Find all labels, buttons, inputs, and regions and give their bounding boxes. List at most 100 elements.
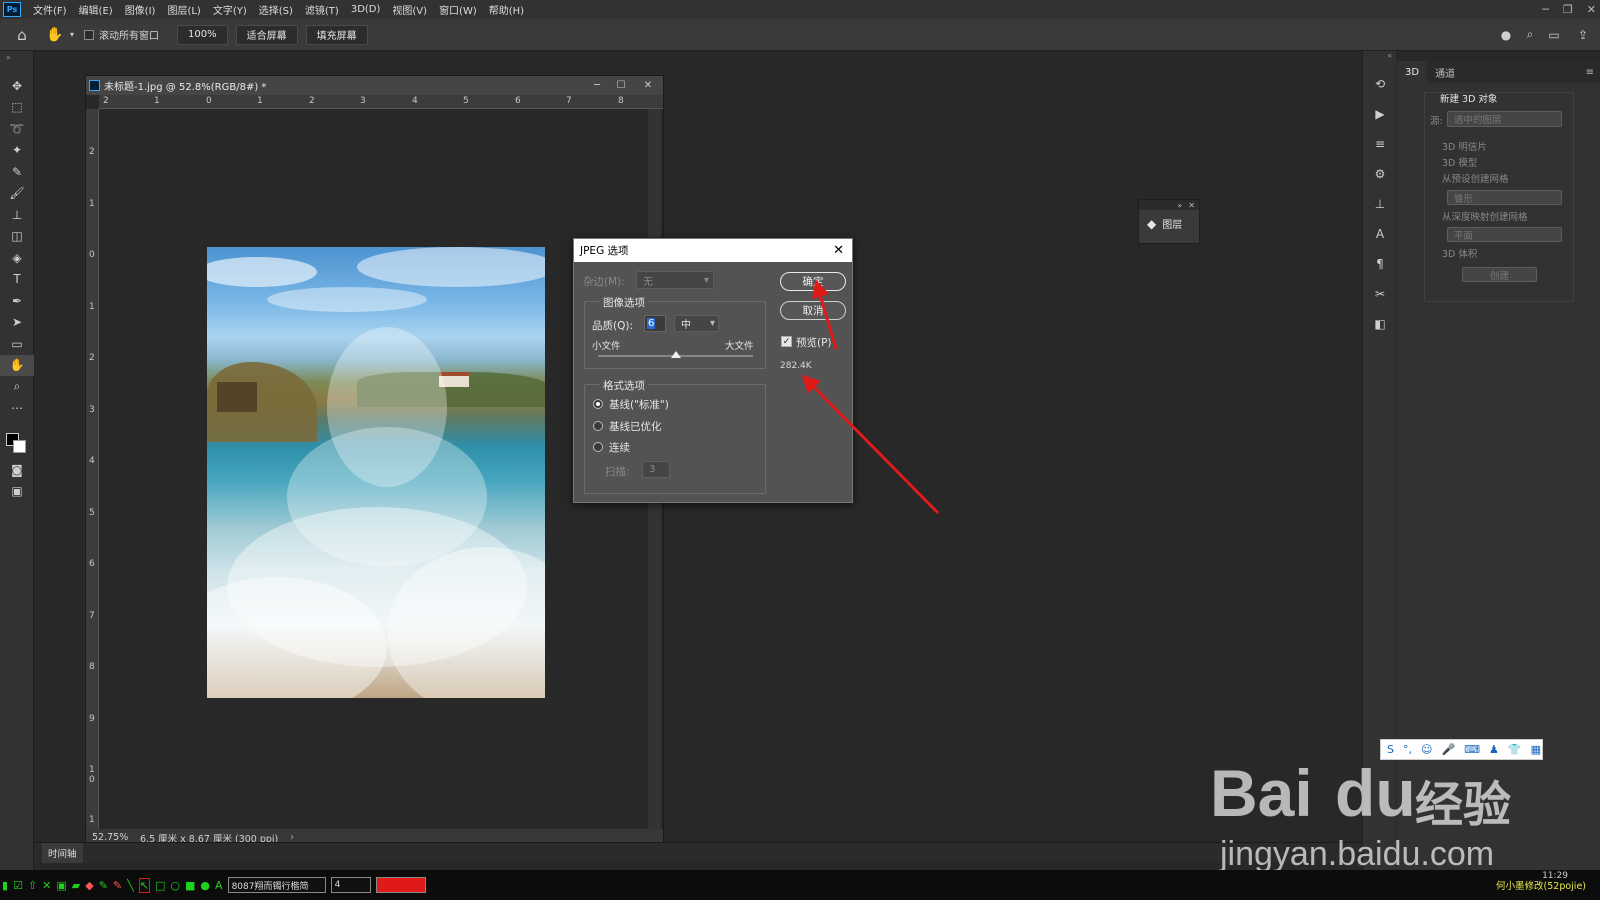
layers-button[interactable]: ◆ 图层 <box>1139 210 1199 237</box>
background-color[interactable] <box>13 440 26 453</box>
menu-filter[interactable]: 滤镜(T) <box>299 2 345 17</box>
actions-play-icon[interactable]: ▶ <box>1363 99 1397 129</box>
document-titlebar[interactable]: 未标题-1.jpg @ 52.8%(RGB/8#) * ─ ☐ ✕ <box>86 76 663 95</box>
tb-eraser-icon[interactable]: ◆ <box>85 879 93 892</box>
magic-wand-tool-icon[interactable]: ✦ <box>0 140 34 162</box>
matte-select[interactable]: 无 ▾ <box>636 271 714 289</box>
ok-button[interactable]: 确定 <box>780 272 846 291</box>
close-icon[interactable]: ✕ <box>1587 3 1596 16</box>
quality-slider-thumb[interactable] <box>670 351 681 358</box>
color-swatches[interactable] <box>0 419 33 459</box>
menu-file[interactable]: 文件(F) <box>27 2 73 17</box>
tb-check-icon[interactable]: ☑ <box>13 879 23 892</box>
restore-icon[interactable]: ❐ <box>1563 3 1573 16</box>
fill-tool-icon[interactable]: ◈ <box>0 247 34 269</box>
quality-input[interactable]: 6 <box>644 315 666 332</box>
move-tool-icon[interactable]: ✥ <box>0 75 34 97</box>
tb-circle-icon[interactable]: ○ <box>170 879 180 892</box>
menu-3d[interactable]: 3D(D) <box>345 4 387 15</box>
workspace-icon[interactable]: ▭ <box>1542 28 1566 42</box>
home-icon[interactable]: ⌂ <box>0 26 44 44</box>
tb-rect-icon[interactable]: □ <box>155 879 165 892</box>
character-icon[interactable]: A <box>1363 219 1397 249</box>
doc-maximize-icon[interactable]: ☐ <box>609 80 633 91</box>
search-icon[interactable]: ⌕ <box>1518 27 1542 42</box>
path-select-tool-icon[interactable]: ➤ <box>0 312 34 334</box>
hand-tool-icon[interactable]: ✋ <box>44 27 66 43</box>
dialog-close-icon[interactable]: ✕ <box>833 243 844 258</box>
menu-help[interactable]: 帮助(H) <box>483 2 530 17</box>
chevron-down-icon[interactable]: ▾ <box>66 30 78 39</box>
tb-pen-icon[interactable]: ✎ <box>99 879 108 892</box>
more-tools-icon[interactable]: ⋯ <box>0 398 34 420</box>
clone-source-icon[interactable]: ⊥ <box>1363 189 1397 219</box>
quick-mask-icon[interactable]: ◙ <box>0 459 34 481</box>
tb-color-swatch[interactable] <box>375 877 426 893</box>
format-baseline-radio[interactable] <box>593 399 603 409</box>
paragraph-icon[interactable]: ¶ <box>1363 249 1397 279</box>
menu-type[interactable]: 文字(Y) <box>207 2 253 17</box>
preset-select[interactable]: 锥形 <box>1447 190 1562 205</box>
rectangle-tool-icon[interactable]: ▭ <box>0 333 34 355</box>
menu-layer[interactable]: 图层(L) <box>161 2 206 17</box>
lasso-tool-icon[interactable]: ➰ <box>0 118 34 140</box>
panel-menu-icon[interactable]: ≡ <box>1586 67 1594 78</box>
menu-select[interactable]: 选择(S) <box>253 2 299 17</box>
tb-marker-icon[interactable]: ✎ <box>113 879 122 892</box>
collapse-icon[interactable]: « <box>1363 51 1396 69</box>
fill-screen-button[interactable]: 填充屏幕 <box>305 24 368 45</box>
history-icon[interactable]: ⟲ <box>1363 69 1397 99</box>
option-preset-mesh[interactable]: 从预设创建网格 <box>1442 171 1509 185</box>
scans-select[interactable]: 3 <box>642 461 670 478</box>
cancel-button[interactable]: 取消 <box>780 301 846 320</box>
option-depth-map[interactable]: 从深度映射创建网格 <box>1442 209 1528 223</box>
tab-channels[interactable]: 通道 <box>1427 61 1463 83</box>
tb-line-icon[interactable]: ╲ <box>127 879 134 892</box>
tb-font-select[interactable]: 8087翔而镯行楷简 <box>227 877 326 893</box>
option-3d-postcard[interactable]: 3D 明信片 <box>1442 139 1487 153</box>
menu-window[interactable]: 窗口(W) <box>433 2 483 17</box>
fit-screen-button[interactable]: 适合屏幕 <box>235 24 298 45</box>
marquee-tool-icon[interactable]: ⬚ <box>0 97 34 119</box>
tb-size-select[interactable]: 4 <box>330 877 371 893</box>
doc-close-icon[interactable]: ✕ <box>633 80 663 91</box>
menu-view[interactable]: 视图(V) <box>386 2 433 17</box>
scroll-all-checkbox[interactable] <box>84 29 94 40</box>
tb-text-icon[interactable]: A <box>215 879 223 892</box>
depth-select[interactable]: 平面 <box>1447 227 1562 242</box>
minimize-icon[interactable]: ─ <box>1542 3 1549 16</box>
source-select[interactable]: 选中的图层 <box>1447 111 1562 127</box>
hand-tool-icon[interactable]: ✋ <box>0 354 34 376</box>
type-tool-icon[interactable]: T <box>0 269 34 291</box>
tab-3d[interactable]: 3D <box>1397 61 1428 83</box>
adjustments-icon[interactable]: ⚙ <box>1363 159 1397 189</box>
photoshop-logo-icon[interactable]: Ps <box>3 2 21 17</box>
zoom-100-button[interactable]: 100% <box>177 24 228 45</box>
timeline-tab[interactable]: 时间轴 <box>42 842 83 863</box>
option-3d-volume[interactable]: 3D 体积 <box>1442 246 1477 260</box>
brush-tool-icon[interactable]: 🖌 <box>0 183 34 205</box>
collapse-icon[interactable]: » <box>0 51 33 75</box>
brush-settings-icon[interactable]: ≡ <box>1363 129 1397 159</box>
eraser-tool-icon[interactable]: ◫ <box>0 226 34 248</box>
doc-minimize-icon[interactable]: ─ <box>585 80 609 91</box>
tb-save-icon[interactable]: ▣ <box>56 879 66 892</box>
preview-checkbox[interactable]: ✓ <box>781 336 792 347</box>
format-progressive-radio[interactable] <box>593 442 603 452</box>
tb-tool-icon[interactable]: ▮ <box>2 879 8 892</box>
floating-panel-header[interactable]: »✕ <box>1139 200 1199 210</box>
tb-arrow-icon[interactable]: ⇧ <box>28 879 37 892</box>
zoom-tool-icon[interactable]: ⌕ <box>0 376 34 398</box>
properties-icon[interactable]: ◧ <box>1363 309 1397 339</box>
create-button[interactable]: 创建 <box>1462 267 1537 282</box>
menu-image[interactable]: 图像(I) <box>119 2 162 17</box>
stamp-tool-icon[interactable]: ⊥ <box>0 204 34 226</box>
tb-fillrect-icon[interactable]: ■ <box>185 879 195 892</box>
menu-edit[interactable]: 编辑(E) <box>73 2 119 17</box>
screen-mode-icon[interactable]: ▣ <box>0 481 34 503</box>
user-icon[interactable]: ● <box>1494 28 1518 42</box>
tool-presets-icon[interactable]: ✂ <box>1363 279 1397 309</box>
option-3d-model[interactable]: 3D 模型 <box>1442 155 1477 169</box>
tb-folder-icon[interactable]: ▰ <box>72 879 80 892</box>
share-icon[interactable]: ⇪ <box>1566 28 1600 42</box>
